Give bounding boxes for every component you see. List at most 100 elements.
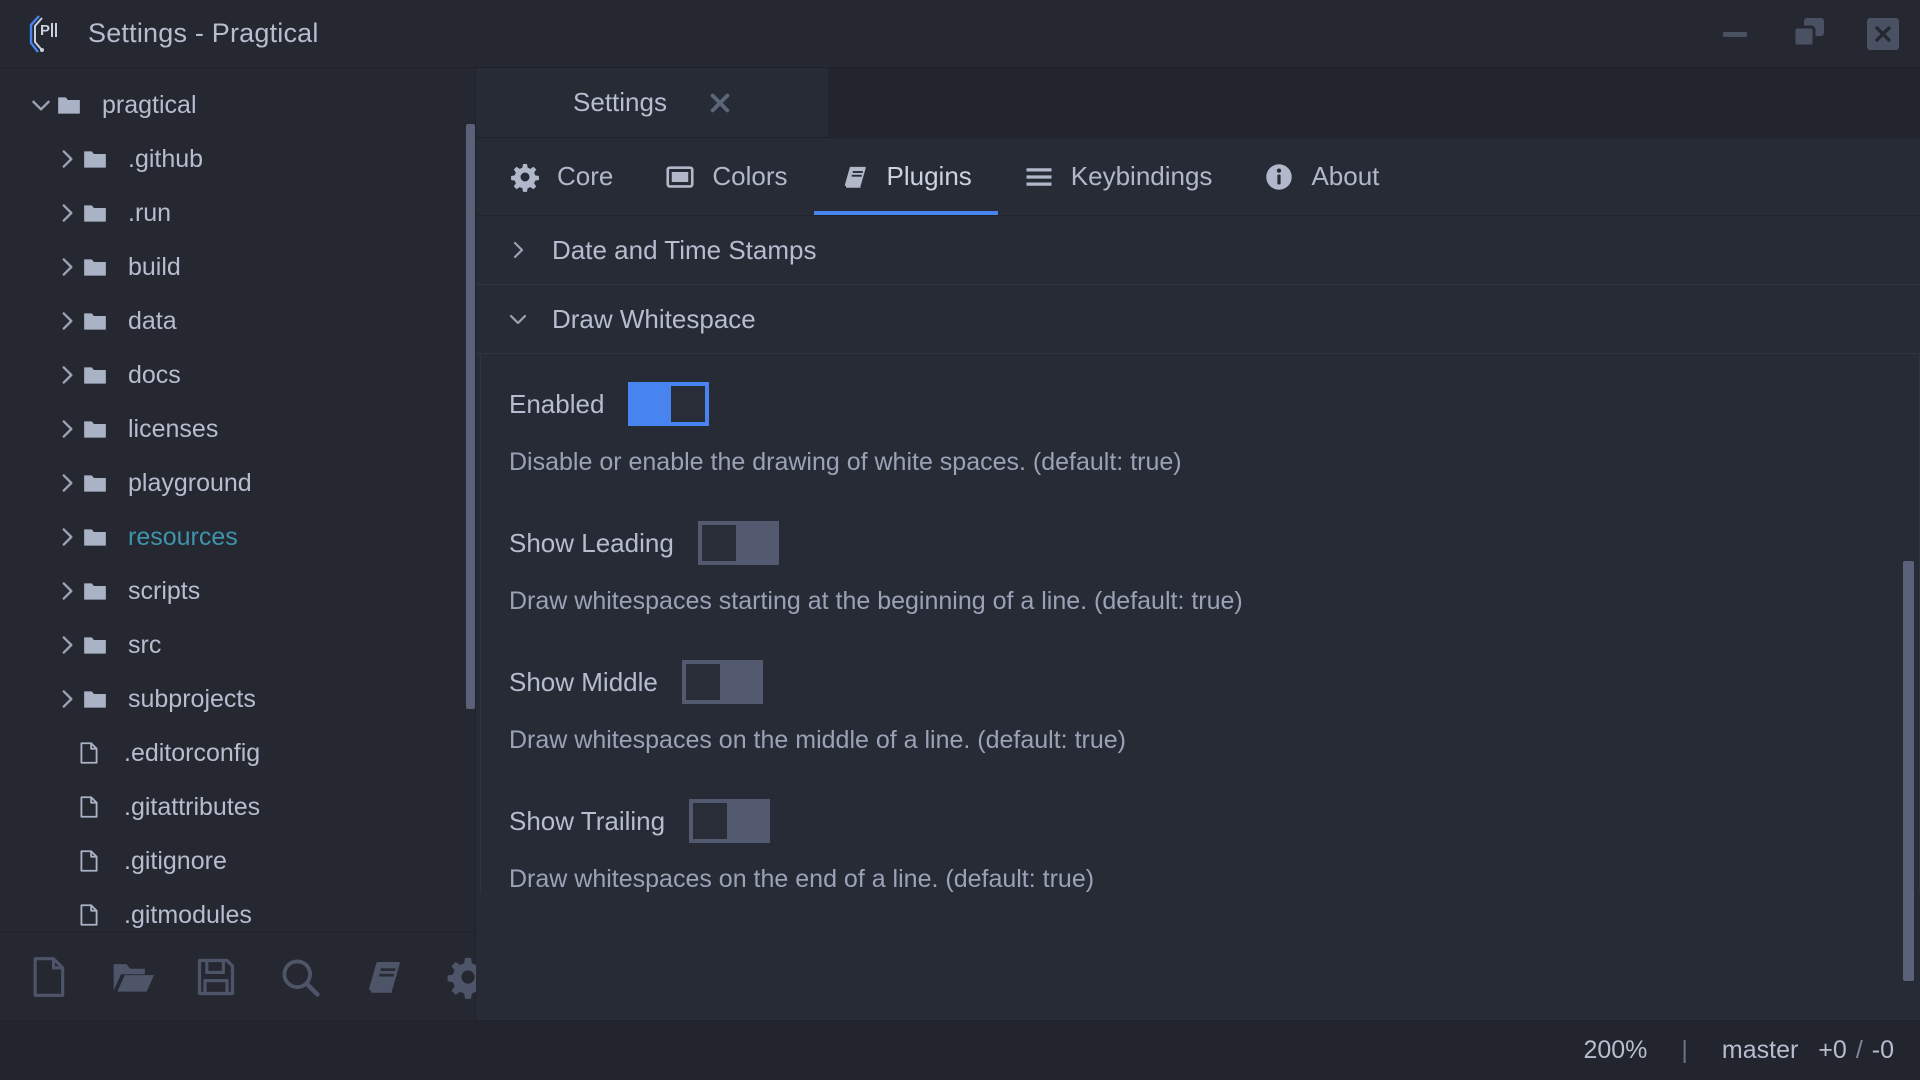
title-bar: P Settings - Pragtical [0,0,1920,68]
application-window: P Settings - Pragtical pragtical .github… [0,0,1920,1080]
chevron-right-icon[interactable] [54,524,80,550]
setting-option-label: Show Leading [509,527,674,558]
chevron-right-icon[interactable] [54,308,80,334]
settings-group-title: Date and Time Stamps [552,234,817,265]
tree-item-label: .run [128,198,172,227]
setting-toggle[interactable] [689,799,771,843]
tree-item-pragtical[interactable]: pragtical [0,78,475,132]
chevron-right-icon[interactable] [54,686,80,712]
folder-icon [80,416,110,442]
tree-item-dot-gitattributes[interactable]: .gitattributes [0,780,475,834]
find-button[interactable] [278,955,322,999]
setting-option-description: Draw whitespaces on the middle of a line… [509,726,1126,754]
tree-item-resources[interactable]: resources [0,510,475,564]
chevron-right-icon[interactable] [54,632,80,658]
folder-icon [80,362,110,388]
tree-item-licenses[interactable]: licenses [0,402,475,456]
folder-icon [80,470,110,496]
chevron-right-icon[interactable] [506,238,530,262]
main-panel: Settings Core Colors Plugins Keybindings Abo… [476,68,1920,1020]
settings-scrollbar[interactable] [1903,561,1914,981]
status-separator: | [1681,1036,1688,1064]
tree-item-dot-editorconfig[interactable]: .editorconfig [0,726,475,780]
tab-keybindings[interactable]: Keybindings [998,138,1239,215]
tree-item-data[interactable]: data [0,294,475,348]
setting-option-label: Enabled [509,388,605,419]
setting-toggle[interactable] [681,660,763,704]
tree-item-label: resources [128,522,238,551]
book-icon [840,162,870,192]
folder-icon [80,146,110,172]
document-tab-settings[interactable]: Settings [476,68,828,137]
tree-item-playground[interactable]: playground [0,456,475,510]
tree-item-src[interactable]: src [0,618,475,672]
settings-group-title: Draw Whitespace [552,303,756,334]
tab-about[interactable]: About [1238,138,1405,215]
close-icon[interactable] [709,92,731,114]
tree-item-dot-gitignore[interactable]: .gitignore [0,834,475,888]
tab-colors[interactable]: Colors [639,138,813,215]
file-tree[interactable]: pragtical .github .run build data docs license… [0,68,475,932]
open-folder-button[interactable] [110,955,154,999]
tree-item-label: subprojects [128,684,256,713]
chevron-right-icon[interactable] [54,362,80,388]
tree-item-dot-github[interactable]: .github [0,132,475,186]
chevron-down-icon[interactable] [506,307,530,331]
tree-item-label: docs [128,360,181,389]
settings-groups: Date and Time Stamps Draw Whitespace Enabl… [476,216,1920,894]
chevron-right-icon[interactable] [54,470,80,496]
book-icon [362,955,406,999]
setting-toggle[interactable] [697,521,779,565]
git-count-separator: / [1855,1036,1863,1064]
close-button[interactable] [1860,11,1906,57]
tree-item-label: data [128,306,177,335]
document-tab-label: Settings [573,87,667,117]
chevron-right-icon[interactable] [54,254,80,280]
zoom-level[interactable]: 200% [1583,1036,1647,1065]
window-title: Settings - Pragtical [88,18,319,48]
setting-option-description: Draw whitespaces on the end of a line. (… [509,865,1095,893]
tree-item-build[interactable]: build [0,240,475,294]
window-controls [1712,0,1906,68]
setting-option-row: Enabled [481,376,1919,432]
plugins-button[interactable] [362,955,406,999]
folder-icon [80,686,110,712]
tab-label: Plugins [886,161,972,191]
folder-open-icon [54,92,84,118]
save-button[interactable] [194,955,238,999]
minimize-button[interactable] [1712,11,1758,57]
info-icon [1264,162,1294,192]
git-branch[interactable]: master [1722,1036,1798,1065]
sidebar-scrollbar[interactable] [466,124,475,709]
chevron-right-icon[interactable] [54,146,80,172]
setting-option-row: Show Middle [481,654,1919,710]
chevron-right-icon[interactable] [54,578,80,604]
restore-button[interactable] [1786,11,1832,57]
setting-toggle[interactable] [628,382,710,426]
new-file-button[interactable] [26,955,70,999]
tree-item-dot-run[interactable]: .run [0,186,475,240]
settings-group-header[interactable]: Draw Whitespace [476,285,1920,354]
pragtical-logo-icon: P [26,13,60,55]
chevron-right-icon[interactable] [54,200,80,226]
setting-option-row: Show Leading [481,515,1919,571]
tab-label: About [1311,161,1380,191]
settings-content: Date and Time Stamps Draw Whitespace Enabl… [476,216,1920,1020]
tree-item-label: .gitattributes [124,792,261,821]
file-icon [76,740,106,766]
tree-item-subprojects[interactable]: subprojects [0,672,475,726]
chevron-down-icon[interactable] [28,92,54,118]
tree-item-label: playground [128,468,252,497]
tab-label: Keybindings [1070,161,1213,191]
chevron-right-icon[interactable] [54,416,80,442]
tree-item-docs[interactable]: docs [0,348,475,402]
tree-item-scripts[interactable]: scripts [0,564,475,618]
tab-core[interactable]: Core [484,138,639,215]
tree-item-dot-gitmodules[interactable]: .gitmodules [0,888,475,932]
settings-group-header[interactable]: Date and Time Stamps [476,216,1920,285]
setting-option-row: Show Trailing [481,793,1919,849]
minimize-icon [1723,31,1747,37]
tab-plugins[interactable]: Plugins [813,138,999,215]
file-icon [76,902,106,928]
restore-icon [1792,16,1826,53]
